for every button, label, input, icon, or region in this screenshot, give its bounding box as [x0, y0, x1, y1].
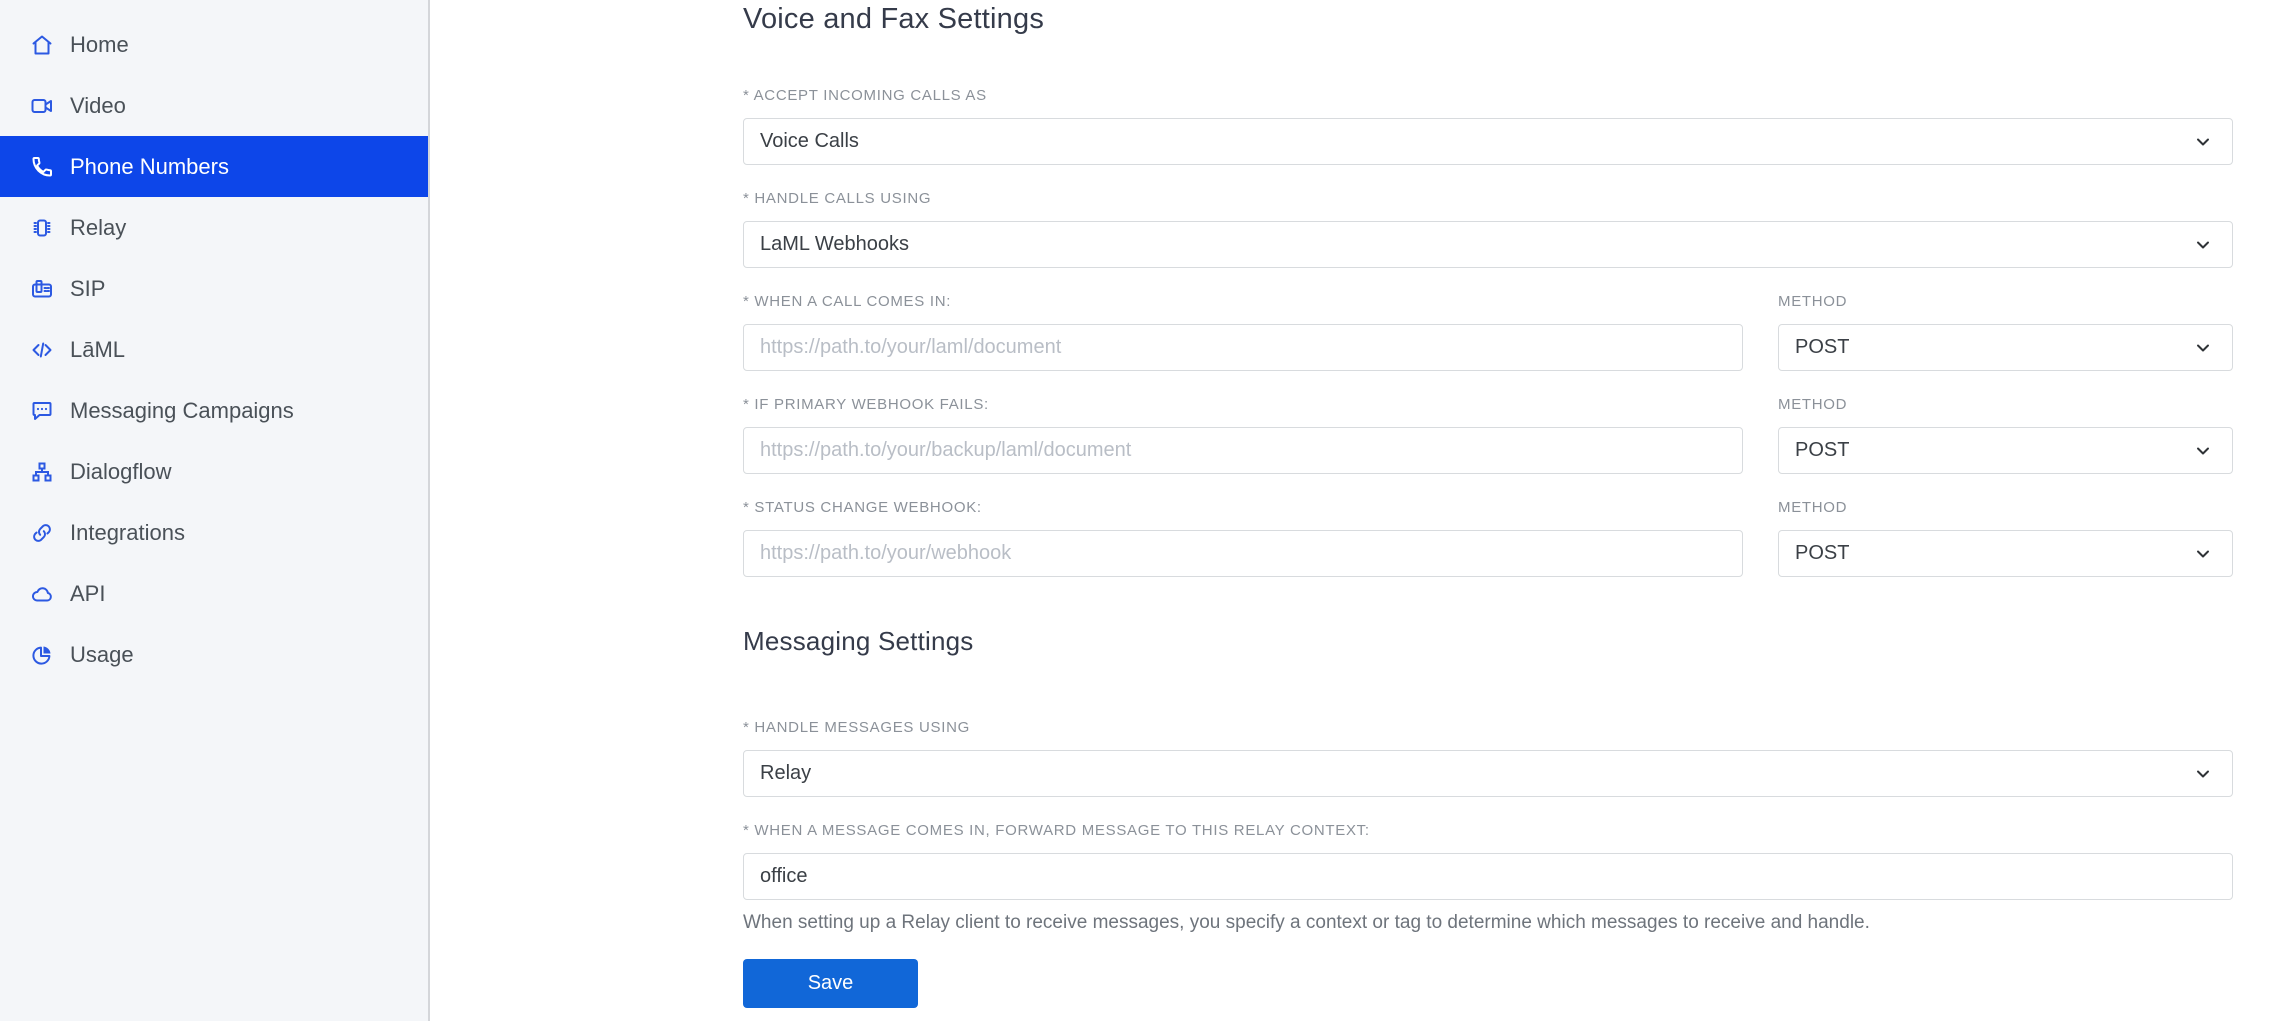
sidebar-item-label: LāML: [70, 337, 125, 363]
home-icon: [30, 33, 54, 57]
handle-messages-using-select[interactable]: Relay: [743, 750, 2233, 797]
phone-icon: [30, 155, 54, 179]
sidebar-item-label: Video: [70, 93, 126, 119]
chevron-down-icon: [2194, 442, 2212, 460]
sitemap-icon: [30, 460, 54, 484]
status-change-webhook-input[interactable]: [743, 530, 1743, 577]
sidebar-item-video[interactable]: Video: [0, 75, 428, 136]
status-change-webhook-row: * STATUS CHANGE WEBHOOK: METHOD POST: [743, 499, 2233, 577]
sidebar-item-phone-numbers[interactable]: Phone Numbers: [0, 136, 428, 197]
if-primary-webhook-fails-label: * IF PRIMARY WEBHOOK FAILS:: [743, 396, 1743, 414]
sidebar-item-label: Phone Numbers: [70, 154, 229, 180]
chat-bubble-icon: [30, 399, 54, 423]
method-value: POST: [1795, 336, 1849, 359]
chevron-down-icon: [2194, 133, 2212, 151]
sidebar-item-label: Home: [70, 32, 129, 58]
main-panel: Voice and Fax Settings * ACCEPT INCOMING…: [430, 0, 2288, 1021]
sidebar-item-label: API: [70, 581, 105, 607]
method-value: POST: [1795, 439, 1849, 462]
pie-chart-icon: [30, 643, 54, 667]
cloud-icon: [30, 582, 54, 606]
page-title: Voice and Fax Settings: [743, 2, 2233, 37]
save-button[interactable]: Save: [743, 959, 918, 1008]
primary-webhook-fails-row: * IF PRIMARY WEBHOOK FAILS: METHOD POST: [743, 396, 2233, 474]
video-icon: [30, 94, 54, 118]
sidebar-item-label: Integrations: [70, 520, 185, 546]
status-change-webhook-label: * STATUS CHANGE WEBHOOK:: [743, 499, 1743, 517]
handle-calls-using-value: LaML Webhooks: [760, 233, 909, 256]
chevron-down-icon: [2194, 765, 2212, 783]
sidebar-item-home[interactable]: Home: [0, 14, 428, 75]
relay-context-input[interactable]: [743, 853, 2233, 900]
call-comes-in-row: * WHEN A CALL COMES IN: METHOD POST: [743, 293, 2233, 371]
sidebar-item-integrations[interactable]: Integrations: [0, 502, 428, 563]
relay-context-help-text: When setting up a Relay client to receiv…: [743, 911, 2233, 935]
accept-incoming-calls-value: Voice Calls: [760, 130, 859, 153]
sidebar-item-label: Usage: [70, 642, 134, 668]
app-window: Home Video Phone Numbers Relay SIP LāML …: [0, 0, 2288, 1021]
primary-webhook-fails-method-select[interactable]: POST: [1778, 427, 2233, 474]
relay-context-label: * WHEN A MESSAGE COMES IN, FORWARD MESSA…: [743, 822, 2233, 840]
sidebar-item-api[interactable]: API: [0, 563, 428, 624]
link-icon: [30, 521, 54, 545]
when-call-comes-in-input[interactable]: [743, 324, 1743, 371]
sidebar-item-laml[interactable]: LāML: [0, 319, 428, 380]
method-label: METHOD: [1778, 396, 2233, 414]
chevron-down-icon: [2194, 545, 2212, 563]
sidebar-item-label: Dialogflow: [70, 459, 172, 485]
accept-incoming-calls-label: * ACCEPT INCOMING CALLS AS: [743, 87, 2233, 105]
method-value: POST: [1795, 542, 1849, 565]
sidebar-item-dialogflow[interactable]: Dialogflow: [0, 441, 428, 502]
when-call-comes-in-label: * WHEN A CALL COMES IN:: [743, 293, 1743, 311]
sidebar-item-label: Relay: [70, 215, 126, 241]
sidebar-item-relay[interactable]: Relay: [0, 197, 428, 258]
method-label: METHOD: [1778, 499, 2233, 517]
sip-fax-icon: [30, 277, 54, 301]
method-label: METHOD: [1778, 293, 2233, 311]
sidebar-item-messaging-campaigns[interactable]: Messaging Campaigns: [0, 380, 428, 441]
accept-incoming-calls-select[interactable]: Voice Calls: [743, 118, 2233, 165]
call-comes-in-method-select[interactable]: POST: [1778, 324, 2233, 371]
handle-calls-using-select[interactable]: LaML Webhooks: [743, 221, 2233, 268]
messaging-settings-title: Messaging Settings: [743, 625, 2233, 657]
chevron-down-icon: [2194, 339, 2212, 357]
status-change-method-select[interactable]: POST: [1778, 530, 2233, 577]
sidebar-item-label: Messaging Campaigns: [70, 398, 294, 424]
relay-chip-icon: [30, 216, 54, 240]
handle-messages-using-value: Relay: [760, 762, 811, 785]
sidebar-item-usage[interactable]: Usage: [0, 624, 428, 685]
handle-messages-using-label: * HANDLE MESSAGES USING: [743, 719, 2233, 737]
sidebar: Home Video Phone Numbers Relay SIP LāML …: [0, 0, 430, 1021]
handle-calls-using-label: * HANDLE CALLS USING: [743, 190, 2233, 208]
sidebar-item-sip[interactable]: SIP: [0, 258, 428, 319]
sidebar-item-label: SIP: [70, 276, 105, 302]
code-icon: [30, 338, 54, 362]
if-primary-webhook-fails-input[interactable]: [743, 427, 1743, 474]
chevron-down-icon: [2194, 236, 2212, 254]
